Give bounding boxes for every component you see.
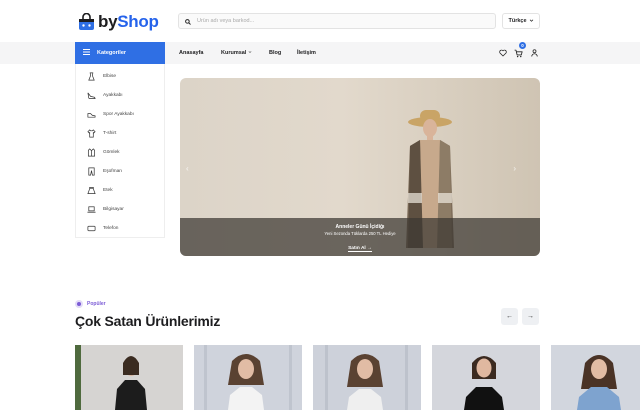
laptop-icon bbox=[87, 206, 96, 213]
cart-icon[interactable]: 0 bbox=[514, 42, 526, 60]
sidebar-item-skirt[interactable]: Etek bbox=[76, 181, 164, 200]
menu-icon bbox=[83, 49, 90, 57]
categories-label: Kategoriler bbox=[97, 50, 127, 56]
carousel-next-button[interactable]: → bbox=[522, 308, 539, 325]
product-image bbox=[75, 345, 183, 410]
sidebar-item-tshirt[interactable]: T-shirt bbox=[76, 124, 164, 143]
heart-icon[interactable] bbox=[499, 46, 507, 60]
nav-link-blog[interactable]: Blog bbox=[269, 42, 281, 64]
arrow-left-icon: ← bbox=[506, 313, 513, 320]
hero-subtitle: Yeni Sezonda Tüklarda 250 TL Hediye bbox=[324, 231, 396, 236]
skirt-icon bbox=[87, 186, 96, 195]
brand-name: byShop bbox=[98, 12, 159, 31]
tracksuit-icon bbox=[88, 167, 95, 176]
nav-link-corporate[interactable]: Kurumsal bbox=[221, 42, 252, 64]
hero-buy-button[interactable]: Satın Al → bbox=[348, 246, 372, 252]
product-image bbox=[313, 345, 421, 410]
search-input[interactable] bbox=[197, 18, 487, 24]
product-card[interactable] bbox=[432, 345, 540, 410]
nav-link-home[interactable]: Anasayfa bbox=[179, 42, 203, 64]
arrow-right-icon: → bbox=[367, 246, 372, 251]
sidebar-item-computer[interactable]: Bilgisayar bbox=[76, 200, 164, 219]
search-icon[interactable] bbox=[185, 12, 191, 30]
language-label: Türkçe bbox=[508, 18, 527, 24]
tshirt-icon bbox=[87, 129, 96, 138]
hero-title: Anneler Günü İçidiğı bbox=[335, 224, 385, 230]
carousel-prev-button[interactable]: ← bbox=[501, 308, 518, 325]
product-card[interactable] bbox=[551, 345, 640, 410]
hero-banner[interactable]: ‹ › Anneler Günü İçidiğı Yeni Sezonda Tü… bbox=[180, 78, 540, 256]
shirt-icon bbox=[87, 148, 96, 157]
category-sidebar: Elbise Ayakkabı Spor Ayakkabı T-shirt Gö… bbox=[75, 64, 165, 238]
user-icon[interactable] bbox=[531, 46, 538, 60]
brand-logo[interactable]: byShop bbox=[78, 10, 159, 34]
product-image bbox=[551, 345, 640, 410]
product-card[interactable] bbox=[313, 345, 421, 410]
product-image bbox=[432, 345, 540, 410]
sidebar-item-shirt[interactable]: Gömlek bbox=[76, 143, 164, 162]
popular-dot-icon bbox=[75, 300, 83, 308]
shopping-bag-icon bbox=[78, 12, 95, 31]
arrow-right-icon: → bbox=[527, 313, 534, 320]
language-select[interactable]: Türkçe bbox=[502, 13, 540, 29]
product-image bbox=[194, 345, 302, 410]
cart-count-badge: 0 bbox=[519, 42, 526, 49]
chevron-down-icon bbox=[248, 50, 252, 56]
search-bar[interactable] bbox=[178, 13, 496, 29]
chevron-down-icon bbox=[529, 18, 534, 25]
dress-icon bbox=[88, 72, 95, 81]
sidebar-item-tracksuit[interactable]: Eşofman bbox=[76, 162, 164, 181]
sidebar-item-phone[interactable]: Telefon bbox=[76, 219, 164, 238]
hero-next-icon[interactable]: › bbox=[513, 164, 516, 173]
sidebar-item-dress[interactable]: Elbise bbox=[76, 67, 164, 86]
product-card[interactable] bbox=[75, 345, 183, 410]
hero-prev-icon[interactable]: ‹ bbox=[186, 164, 189, 173]
nav-link-contact[interactable]: İletişim bbox=[297, 42, 316, 64]
popular-pill: Popüler bbox=[75, 300, 106, 308]
categories-button[interactable]: Kategoriler bbox=[75, 42, 165, 64]
hero-caption: Anneler Günü İçidiğı Yeni Sezonda Tüklar… bbox=[180, 218, 540, 256]
product-card[interactable] bbox=[194, 345, 302, 410]
phone-icon bbox=[87, 225, 96, 232]
sidebar-item-shoes[interactable]: Ayakkabı bbox=[76, 86, 164, 105]
heel-shoe-icon bbox=[87, 92, 96, 100]
sidebar-item-sneakers[interactable]: Spor Ayakkabı bbox=[76, 105, 164, 124]
section-title: Çok Satan Ürünlerimiz bbox=[75, 313, 221, 329]
sneaker-icon bbox=[87, 113, 96, 118]
